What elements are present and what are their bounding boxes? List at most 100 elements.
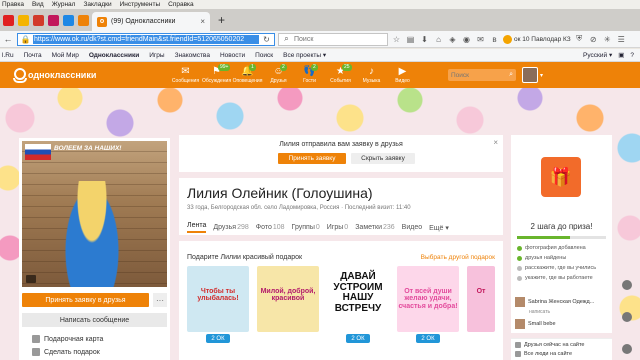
- friend-item[interactable]: Sabrina Женская Одежд...: [515, 297, 594, 307]
- check-icon: [517, 245, 522, 251]
- youtube-pinned-icon[interactable]: [3, 15, 14, 26]
- header-nav-item[interactable]: ⚑ Обсуждения 99+: [201, 64, 232, 84]
- mail-icon[interactable]: ✉: [475, 34, 486, 45]
- menu-tools[interactable]: Инструменты: [120, 0, 161, 9]
- tab-odnoklassniki[interactable]: о (99) Одноклассники ×: [92, 12, 210, 31]
- profile-tab[interactable]: Видео: [402, 224, 422, 231]
- browser-search-box[interactable]: ⌕: [278, 32, 388, 46]
- menu-view[interactable]: Вид: [32, 0, 44, 9]
- bookmark-search[interactable]: Поиск: [255, 52, 273, 59]
- hide-request-button[interactable]: Скрыть заявку: [351, 153, 415, 164]
- write-message-button[interactable]: Написать сообщение: [22, 313, 167, 327]
- gift-card[interactable]: Чтобы ты улыбалась!: [187, 266, 249, 332]
- friend-request-text: Лилия отправила вам заявку в друзья: [279, 141, 403, 148]
- accept-request-button[interactable]: Принять заявку: [278, 153, 346, 164]
- back-arrow-icon[interactable]: ←: [2, 34, 14, 44]
- gift-card[interactable]: От всей души желаю удачи, счастья и добр…: [397, 266, 459, 332]
- weather-widget[interactable]: ок 10 Павлодар КЗ: [503, 34, 571, 44]
- menu-history[interactable]: Журнал: [52, 0, 76, 9]
- gift-box-icon[interactable]: 🎁: [541, 157, 581, 197]
- menu-edit[interactable]: Правка: [2, 0, 24, 9]
- friend-item[interactable]: Small bebe: [515, 319, 556, 329]
- ok-logo[interactable]: одноклассники: [0, 68, 170, 83]
- friend-write-link[interactable]: написать: [529, 309, 550, 315]
- prize-step[interactable]: расскажите, где вы учились: [517, 265, 596, 271]
- gift-card-link[interactable]: Подарочная карта: [32, 335, 103, 343]
- make-gift-link[interactable]: Сделать подарок: [32, 348, 103, 356]
- header-nav-item[interactable]: 🔔 Оповещения 1: [232, 64, 263, 84]
- menu-bookmarks[interactable]: Закладки: [83, 0, 111, 9]
- accept-friend-button[interactable]: Принять заявку в друзья: [22, 293, 149, 307]
- profile-tab[interactable]: Группы0: [292, 224, 320, 231]
- vk-icon[interactable]: в: [489, 34, 500, 45]
- shield-icon[interactable]: ⛨: [574, 34, 585, 45]
- friends-icon[interactable]: [622, 312, 632, 322]
- adblock-icon[interactable]: ⊘: [588, 34, 599, 45]
- header-nav-item[interactable]: ☺ Друзья 2: [263, 64, 294, 84]
- bookmark-all-projects[interactable]: Все проекты ▾: [283, 51, 326, 59]
- avatar[interactable]: [522, 67, 538, 83]
- bookmark-mailru[interactable]: l.Ru: [2, 52, 14, 59]
- gift-card[interactable]: Милой, доброй, красивой: [257, 266, 319, 332]
- bookmark-news[interactable]: Новости: [220, 52, 245, 59]
- pocket-icon[interactable]: ◈: [447, 34, 458, 45]
- profile-tab-label: Ещё ▾: [429, 224, 449, 232]
- header-nav-item[interactable]: ♪ Музыка: [356, 66, 387, 84]
- header-nav-item[interactable]: ▶ Видео: [387, 66, 418, 84]
- bookmark-odnoklassniki[interactable]: Одноклассники: [89, 52, 139, 59]
- friends-online-link[interactable]: Друзья сейчас на сайте: [515, 342, 584, 348]
- choose-other-gift-link[interactable]: Выбрать другой подарок: [421, 254, 495, 261]
- bookmark-mail[interactable]: Почта: [24, 52, 42, 59]
- mail-pinned-icon[interactable]: [18, 15, 29, 26]
- camera-icon[interactable]: [26, 275, 36, 283]
- chevron-down-icon[interactable]: ▾: [540, 72, 543, 79]
- profile-tab[interactable]: Фото108: [256, 224, 285, 231]
- bookmark-moy-mir[interactable]: Мой Мир: [52, 52, 79, 59]
- close-icon[interactable]: ×: [493, 138, 498, 147]
- header-nav-item[interactable]: ★ События 25: [325, 64, 356, 84]
- profile-tab[interactable]: Игры0: [327, 224, 348, 231]
- ok-search-box[interactable]: ⌕: [448, 69, 516, 81]
- header-nav-item[interactable]: 👣 Гости 2: [294, 64, 325, 84]
- close-icon[interactable]: ×: [200, 17, 205, 26]
- profile-photo[interactable]: ВОЛЕЕМ ЗА НАШИХ!: [22, 141, 167, 287]
- instagram-pinned-icon[interactable]: [48, 15, 59, 26]
- settings-icon[interactable]: [622, 344, 632, 354]
- header-nav-item[interactable]: ✉ Сообщения: [170, 66, 201, 84]
- address-bar[interactable]: 🔒 https://www.ok.ru/dk?st.cmd=friendMain…: [17, 32, 275, 46]
- url-text[interactable]: https://www.ok.ru/dk?st.cmd=friendMain&s…: [33, 34, 259, 44]
- ok-search-input[interactable]: [451, 71, 501, 79]
- browser-search-input[interactable]: [294, 35, 384, 43]
- download-icon[interactable]: ⬇: [419, 34, 430, 45]
- gift-price-button[interactable]: 2 ОК: [206, 334, 230, 343]
- ok-extension-icon[interactable]: ◉: [461, 34, 472, 45]
- bookmark-dating[interactable]: Знакомства: [175, 52, 210, 59]
- chat-icon[interactable]: [622, 280, 632, 290]
- youtube-pinned-icon-2[interactable]: [33, 15, 44, 26]
- new-tab-plus-icon[interactable]: +: [210, 13, 225, 31]
- gift-price-button[interactable]: 2 ОК: [346, 334, 370, 343]
- menu-help[interactable]: Справка: [168, 0, 194, 9]
- profile-tab[interactable]: Заметки236: [355, 224, 394, 231]
- ok-pinned-icon[interactable]: [78, 15, 89, 26]
- vk-pinned-icon[interactable]: [63, 15, 74, 26]
- profile-tab[interactable]: Друзья298: [213, 224, 248, 231]
- bookmark-games[interactable]: Игры: [149, 52, 164, 59]
- home-icon[interactable]: ⌂: [433, 34, 444, 45]
- profile-tab[interactable]: Ещё ▾: [429, 224, 449, 232]
- gift-price-button[interactable]: 2 ОК: [416, 334, 440, 343]
- profile-mini-avatar[interactable]: ▣: [618, 51, 624, 59]
- gift-card[interactable]: ДАВАЙ УСТРОИМ НАШУ ВСТРЕЧУ: [327, 266, 389, 332]
- prize-step[interactable]: укажите, где вы работаете: [517, 275, 596, 281]
- language-select[interactable]: Русский ▾: [583, 51, 612, 59]
- clipboard-icon[interactable]: ▤: [405, 34, 416, 45]
- help-icon[interactable]: ?: [630, 52, 634, 59]
- hamburger-menu-icon[interactable]: ☰: [616, 34, 627, 45]
- star-icon[interactable]: ☆: [391, 34, 402, 45]
- gift-card[interactable]: От: [467, 266, 495, 332]
- extension-icon[interactable]: ✳: [602, 34, 613, 45]
- more-button[interactable]: ···: [153, 293, 167, 307]
- reload-icon[interactable]: ↻: [261, 34, 272, 45]
- all-online-link[interactable]: Все люди на сайте: [515, 351, 572, 357]
- profile-tab[interactable]: Лента: [187, 222, 207, 233]
